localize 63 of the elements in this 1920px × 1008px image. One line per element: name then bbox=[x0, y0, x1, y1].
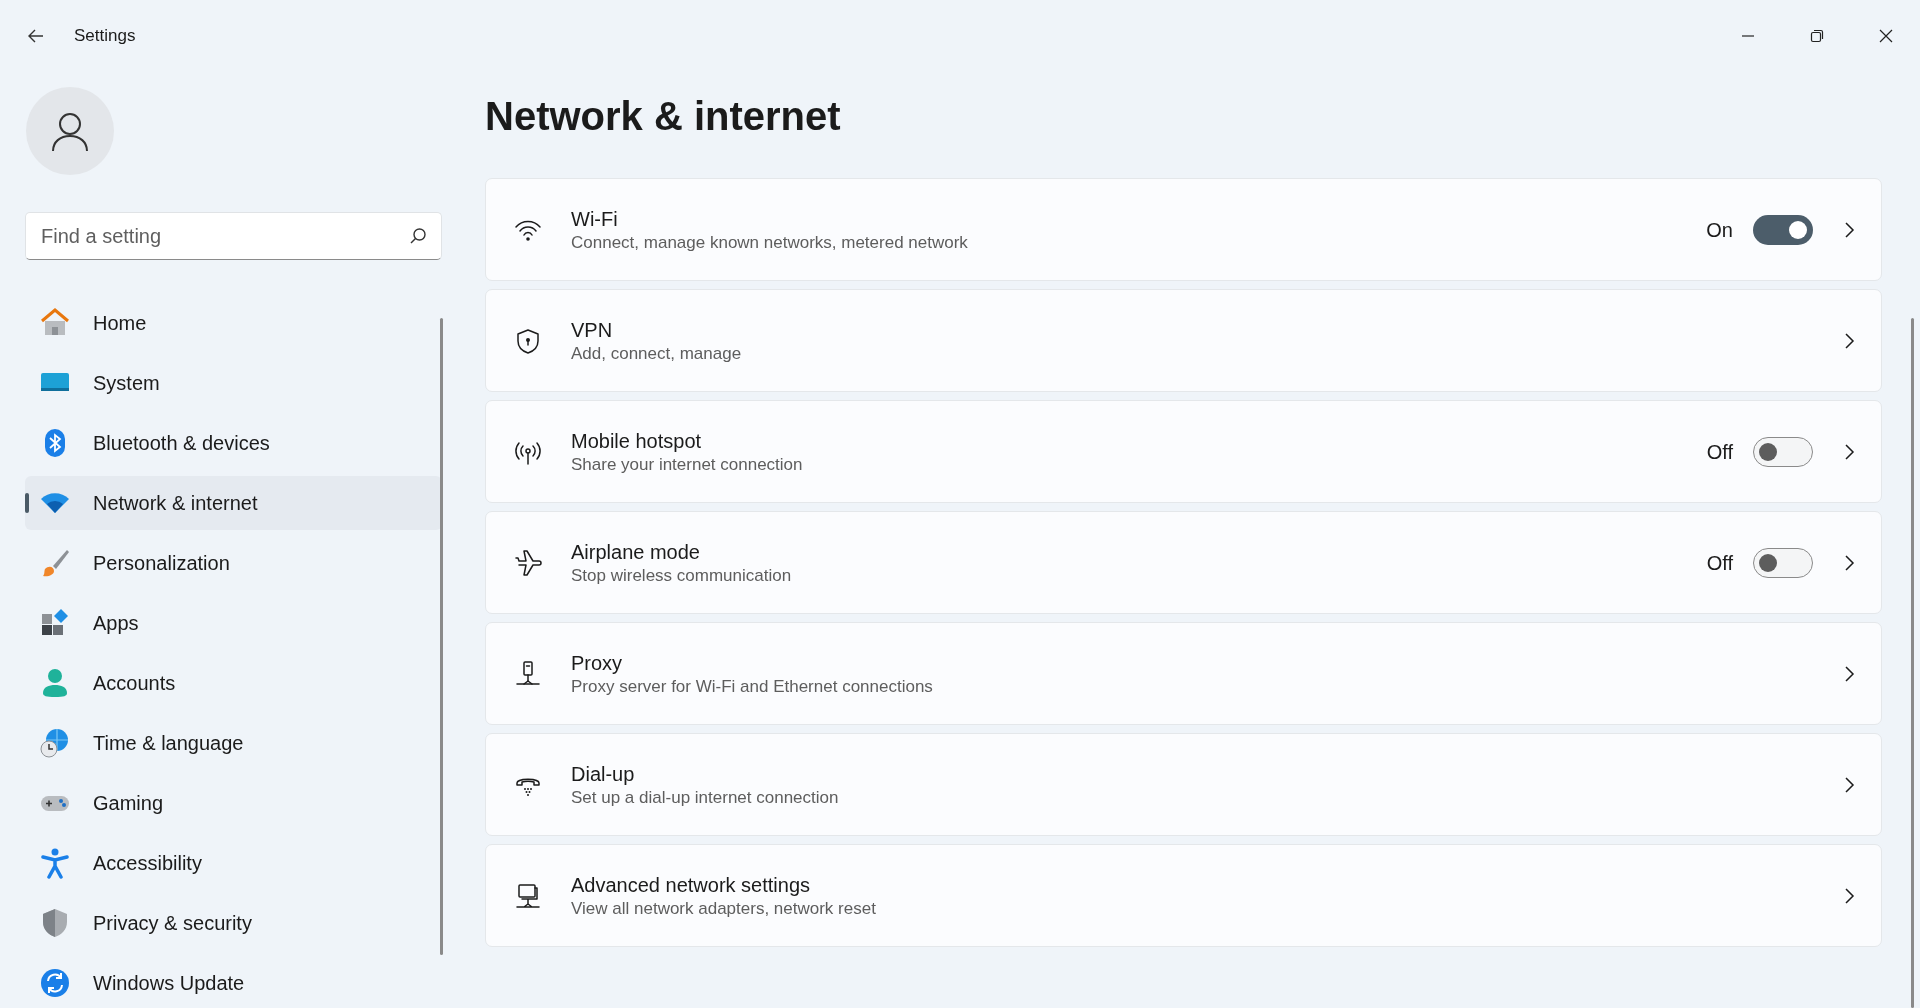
card-title: Proxy bbox=[571, 650, 624, 676]
chevron-icon bbox=[1843, 442, 1855, 461]
sidebar-item[interactable]: Accessibility bbox=[25, 836, 442, 890]
card-title: VPN bbox=[571, 317, 614, 343]
computer-network-icon bbox=[514, 881, 542, 910]
settings-card[interactable]: Advanced network settings View all network adapters, network reset bbox=[485, 844, 1882, 947]
chevron-icon bbox=[1843, 331, 1855, 350]
close-icon bbox=[1877, 28, 1894, 44]
toggle-switch[interactable] bbox=[1753, 436, 1813, 467]
toggle-state: Off bbox=[1706, 439, 1733, 465]
sync-icon bbox=[39, 967, 71, 999]
selection-indicator bbox=[25, 493, 29, 513]
toggle-state: On bbox=[1706, 217, 1733, 243]
window-title: Settings bbox=[74, 25, 136, 48]
globe-clock-icon bbox=[39, 727, 71, 759]
card-title: Mobile hotspot bbox=[571, 428, 703, 454]
card-title: Wi-Fi bbox=[571, 206, 619, 232]
sidebar-item[interactable]: Privacy & security bbox=[25, 896, 442, 950]
sidebar-item[interactable]: Accounts bbox=[25, 656, 442, 710]
card-subtitle: Share your internet connection bbox=[571, 453, 803, 476]
chevron-icon bbox=[1843, 220, 1855, 239]
toggle-switch[interactable] bbox=[1753, 214, 1813, 245]
sidebar-item[interactable]: Personalization bbox=[25, 536, 442, 590]
card-subtitle: Add, connect, manage bbox=[571, 342, 742, 365]
chevron-icon bbox=[1843, 886, 1855, 905]
chevron-icon bbox=[1843, 664, 1855, 683]
card-title: Airplane mode bbox=[571, 539, 701, 565]
sidebar-item[interactable]: System bbox=[25, 356, 442, 410]
sidebar-item[interactable]: Network & internet bbox=[25, 476, 442, 530]
settings-card[interactable]: Wi-Fi Connect, manage known networks, metered network On bbox=[485, 178, 1882, 281]
proxy-icon bbox=[514, 659, 542, 688]
card-subtitle: View all network adapters, network reset bbox=[571, 897, 876, 920]
shield-lock-icon bbox=[514, 326, 542, 355]
airplane-icon bbox=[514, 548, 542, 577]
chevron-icon bbox=[1843, 553, 1855, 572]
restore-icon bbox=[1808, 28, 1825, 44]
sidebar-item[interactable]: Bluetooth & devices bbox=[25, 416, 442, 470]
card-title: Advanced network settings bbox=[571, 872, 812, 898]
settings-card[interactable]: Dial-up Set up a dial-up internet connection bbox=[485, 733, 1882, 836]
card-subtitle: Set up a dial-up internet connection bbox=[571, 786, 839, 809]
chevron-icon bbox=[1843, 775, 1855, 794]
settings-card[interactable]: Proxy Proxy server for Wi-Fi and Ethernet connections bbox=[485, 622, 1882, 725]
page-title: Network & internet bbox=[485, 93, 842, 140]
toggle-switch[interactable] bbox=[1753, 547, 1813, 578]
search-icon bbox=[409, 227, 427, 245]
accessibility-icon bbox=[39, 847, 71, 879]
search-field[interactable]: Find a setting bbox=[25, 212, 442, 260]
card-subtitle: Stop wireless communication bbox=[571, 564, 792, 587]
sidebar-item[interactable]: Home bbox=[25, 296, 442, 350]
card-title: Dial-up bbox=[571, 761, 636, 787]
sidebar-item[interactable]: Time & language bbox=[25, 716, 442, 770]
settings-card[interactable]: VPN Add, connect, manage bbox=[485, 289, 1882, 392]
card-subtitle: Proxy server for Wi-Fi and Ethernet connections bbox=[571, 675, 933, 698]
minimize-icon bbox=[1740, 35, 1755, 37]
settings-card[interactable]: Mobile hotspot Share your internet connection Off bbox=[485, 400, 1882, 503]
sidebar-item[interactable]: Windows Update bbox=[25, 956, 442, 1008]
sidebar-item[interactable]: Apps bbox=[25, 596, 442, 650]
scrollbar[interactable] bbox=[1911, 318, 1914, 1008]
sidebar-item[interactable]: Gaming bbox=[25, 776, 442, 830]
toggle-state: Off bbox=[1706, 550, 1733, 576]
settings-card[interactable]: Airplane mode Stop wireless communication Off bbox=[485, 511, 1882, 614]
card-subtitle: Connect, manage known networks, metered network bbox=[571, 231, 968, 254]
scrollbar[interactable] bbox=[440, 318, 443, 955]
